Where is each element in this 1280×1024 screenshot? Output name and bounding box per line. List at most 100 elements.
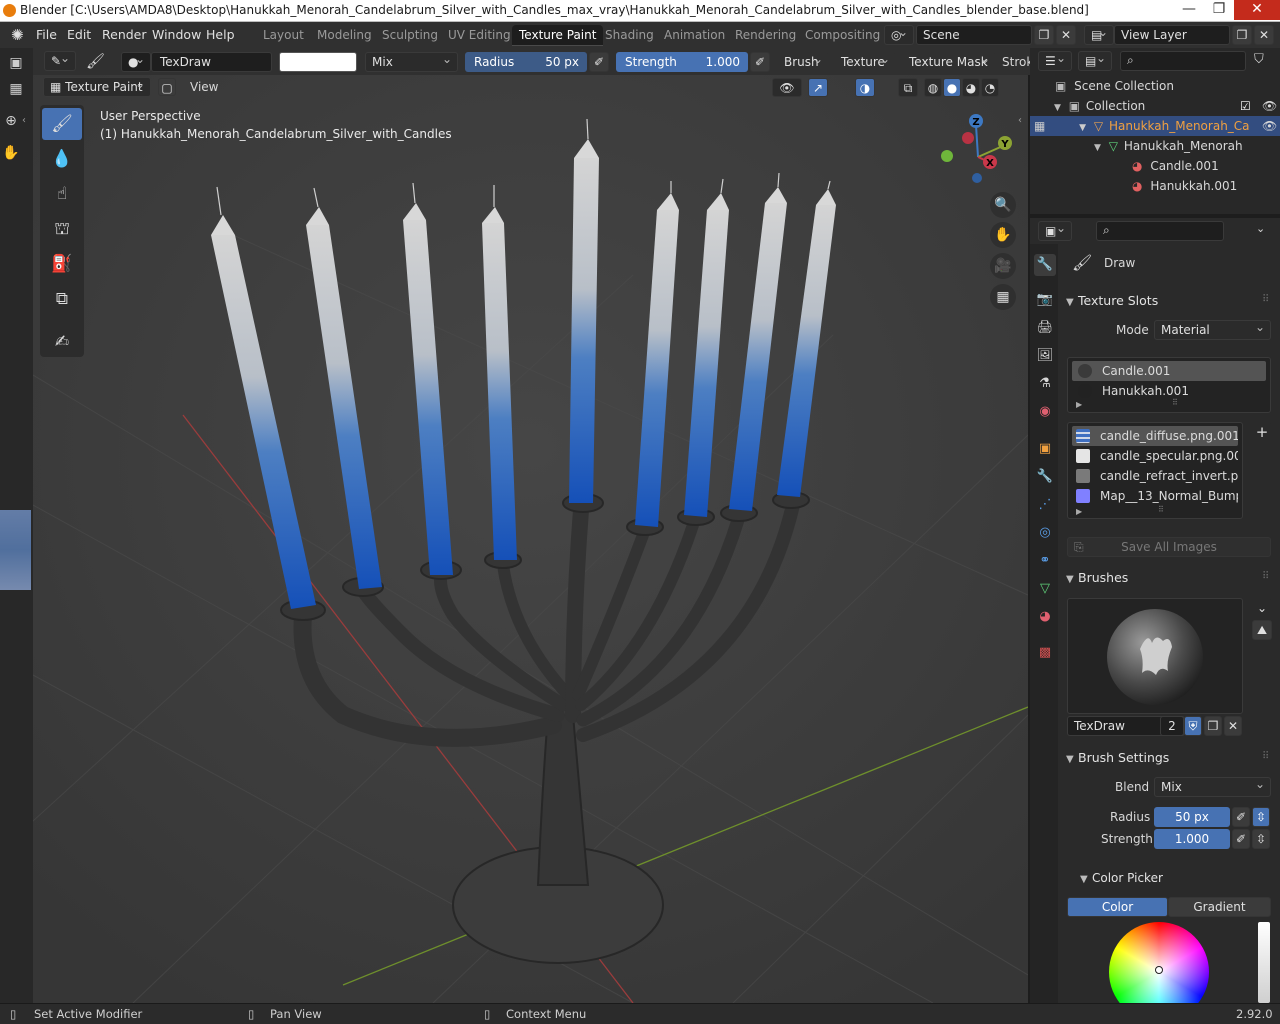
tab-animation[interactable]: Animation	[657, 25, 732, 46]
render-tab-icon[interactable]: 📷	[1034, 289, 1056, 311]
toolbar-collapse-icon[interactable]: ‹	[22, 115, 26, 126]
outliner-row-mesh-data[interactable]: ▼ ▽ Hanukkah_Menorah	[1094, 136, 1243, 156]
brush-menu[interactable]: Brush	[777, 52, 829, 72]
radius-pressure-icon[interactable]: ✐	[589, 52, 609, 72]
new-scene-icon[interactable]: ❐	[1034, 25, 1054, 45]
gradient-mode-button[interactable]: Gradient	[1168, 897, 1271, 917]
overlay-toggle-icon[interactable]: ◑	[855, 78, 875, 97]
strength-pressure-icon[interactable]: ✐	[1232, 829, 1250, 849]
menu-help[interactable]: Help	[206, 27, 235, 42]
tab-modeling[interactable]: Modeling	[310, 25, 379, 46]
sidebar-collapse-icon[interactable]: ‹	[1018, 115, 1022, 126]
tab-layout[interactable]: Layout	[256, 25, 311, 46]
checker-icon[interactable]: ▦	[5, 78, 27, 100]
texture-mask-menu[interactable]: Texture Mask	[902, 52, 996, 72]
scene-tab-icon[interactable]: ⚗	[1034, 373, 1056, 395]
blend-mode-dropdown[interactable]: Mix	[365, 52, 458, 72]
menu-edit[interactable]: Edit	[67, 27, 91, 42]
slot-mode-dropdown[interactable]: Material	[1154, 320, 1271, 340]
value-slider-bar[interactable]	[1258, 922, 1270, 1003]
color-picker-header[interactable]: ▼ Color Picker	[1080, 871, 1163, 885]
brush-preview-box[interactable]	[1067, 598, 1243, 714]
brush-browse-dropdown[interactable]: ●	[121, 52, 151, 72]
image-slot-diffuse[interactable]: candle_diffuse.png.001	[1072, 426, 1238, 446]
texture-tab-icon[interactable]: ▩	[1034, 642, 1056, 664]
color-wheel[interactable]	[1109, 922, 1209, 1003]
tab-shading[interactable]: Shading	[598, 25, 661, 46]
outliner-search-input[interactable]	[1120, 51, 1246, 71]
view-layer-name-field[interactable]: View Layer	[1114, 25, 1230, 45]
rendered-shading-icon[interactable]: ◔	[981, 78, 999, 97]
texture-menu[interactable]: Texture	[834, 52, 896, 72]
brush-name-field[interactable]: TexDraw	[151, 52, 272, 72]
strength-unit-icon[interactable]: ⇳	[1252, 829, 1270, 849]
tab-sculpting[interactable]: Sculpting	[375, 25, 445, 46]
material-tab-icon[interactable]: ◕	[1034, 606, 1056, 628]
radius-unit-icon[interactable]: ⇳	[1252, 807, 1270, 827]
zoom-icon[interactable]: ⊕	[0, 110, 22, 132]
visibility-eye-icon[interactable]: 👁	[1262, 96, 1277, 116]
menu-file[interactable]: File	[36, 27, 57, 42]
properties-editor-type[interactable]: ▣	[1038, 221, 1072, 241]
strength-pressure-icon[interactable]: ✐	[750, 52, 770, 72]
menu-window[interactable]: Window	[152, 27, 201, 42]
fill-tool-icon[interactable]: ⛽	[42, 248, 82, 280]
duplicate-brush-icon[interactable]: ❐	[1204, 716, 1222, 736]
radius-pressure-icon[interactable]: ✐	[1232, 807, 1250, 827]
pan-view-icon[interactable]: ✋	[990, 222, 1016, 248]
color-mode-button[interactable]: Color	[1067, 897, 1168, 917]
brush-settings-header[interactable]: ▼ Brush Settings	[1066, 750, 1169, 765]
3d-viewport[interactable]: Z Y X	[33, 75, 1028, 1003]
texture-slots-header[interactable]: ▼ Texture Slots	[1066, 293, 1158, 308]
gizmo-neg-x[interactable]	[962, 132, 974, 144]
filter-icon[interactable]: ⛉	[1254, 52, 1264, 67]
brush-blend-dropdown[interactable]: Mix	[1154, 777, 1271, 797]
gizmo-toggle-icon[interactable]: ↗	[808, 78, 828, 97]
outliner-display-mode[interactable]: ▤	[1078, 51, 1112, 71]
particles-tab-icon[interactable]: ⋰	[1034, 494, 1056, 516]
unlink-brush-icon[interactable]: ✕	[1224, 716, 1242, 736]
tab-texture-paint[interactable]: Texture Paint	[512, 25, 604, 46]
list-resize-handle[interactable]: ⠿	[1172, 398, 1178, 407]
visibility-icon[interactable]: 👁	[772, 78, 802, 97]
outliner-editor-type[interactable]: ☰	[1038, 51, 1072, 71]
save-all-images-button[interactable]: ⎘ Save All Images	[1067, 537, 1271, 557]
brushes-header[interactable]: ▼ Brushes	[1066, 570, 1128, 585]
fake-user-shield-icon[interactable]: ⛨	[1184, 716, 1202, 736]
tab-uv-editing[interactable]: UV Editing	[441, 25, 518, 46]
color-picker-cursor[interactable]	[1155, 966, 1163, 974]
brush-users-count[interactable]: 2	[1160, 716, 1184, 736]
world-tab-icon[interactable]: ◉	[1034, 401, 1056, 423]
tool-tab-icon[interactable]: 🔧	[1034, 254, 1056, 276]
radius-slider[interactable]: Radius 50 px	[465, 52, 587, 72]
image-slot-normal[interactable]: Map__13_Normal_Bump.t...	[1072, 486, 1238, 506]
outliner-row-menorah-object[interactable]: ▦ ▼ ▽ Hanukkah_Menorah_Ca 👁	[1030, 116, 1280, 136]
remove-view-layer-icon[interactable]: ✕	[1254, 25, 1274, 45]
tab-compositing[interactable]: Compositing	[798, 25, 887, 46]
camera-view-icon[interactable]: 🎥	[990, 253, 1016, 279]
gizmo-neg-z[interactable]	[972, 173, 982, 183]
mask-tool-icon[interactable]: ⧉	[42, 283, 82, 315]
add-texture-slot-button[interactable]: +	[1252, 422, 1272, 442]
constraints-tab-icon[interactable]: ⚭	[1034, 550, 1056, 572]
drag-handle-icon[interactable]: ⠿	[1262, 751, 1269, 762]
new-view-layer-icon[interactable]: ❐	[1232, 25, 1252, 45]
view-layer-browse-dropdown[interactable]: ▤	[1084, 25, 1114, 45]
hand-pan-icon[interactable]: ✋	[0, 142, 22, 164]
brush-list-chevron-icon[interactable]: ⌄	[1252, 598, 1272, 616]
minimize-button[interactable]: —	[1174, 0, 1204, 20]
options-chevron-icon[interactable]: ⌄	[1256, 222, 1265, 235]
brush-radius-slider[interactable]: 50 px	[1154, 807, 1230, 827]
menu-render[interactable]: Render	[102, 27, 147, 42]
list-expand-icon[interactable]: ▶	[1076, 400, 1082, 409]
material-slot-candle[interactable]: Candle.001	[1072, 361, 1266, 381]
soften-tool-icon[interactable]: 💧	[42, 143, 82, 175]
annotate-tool-icon[interactable]: ✍	[42, 326, 82, 358]
smear-tool-icon[interactable]: ☝	[42, 178, 82, 210]
scene-name-field[interactable]: Scene	[916, 25, 1032, 45]
data-tab-icon[interactable]: ▽	[1034, 578, 1056, 600]
modifier-tab-icon[interactable]: 🔧	[1034, 466, 1056, 488]
visibility-eye-icon[interactable]: 👁	[1262, 116, 1277, 136]
wireframe-shading-icon[interactable]: ◍	[924, 78, 942, 97]
mode-dropdown[interactable]: ▦ Texture Paint	[43, 77, 151, 97]
